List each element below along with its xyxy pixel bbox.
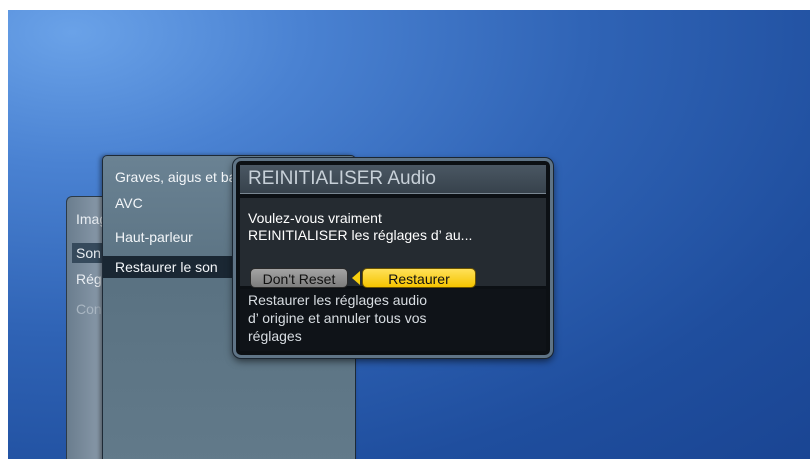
help-line1: Restaurer les réglages audio xyxy=(248,292,427,308)
reset-audio-dialog: REINITIALISER Audio Voulez-vous vraiment… xyxy=(233,158,553,358)
submenu-item-avc[interactable]: AVC xyxy=(115,192,143,214)
dialog-help-text: Restaurer les réglages audio d’ origine … xyxy=(240,289,546,351)
tv-screen: Image Son Réglages Consommation d'énergi… xyxy=(8,10,810,459)
help-line2: d’ origine et annuler tous vos xyxy=(248,310,427,326)
submenu-item-haut-parleur[interactable]: Haut-parleur xyxy=(115,226,193,248)
help-line3: réglages xyxy=(248,328,302,344)
dialog-title: REINITIALISER Audio xyxy=(240,165,546,194)
dialog-message-line1: Voulez-vous vraiment xyxy=(248,210,382,226)
dialog-body: Voulez-vous vraiment REINITIALISER les r… xyxy=(240,198,546,288)
dialog-message-line2: REINITIALISER les réglages d’ au... xyxy=(248,227,473,243)
restore-button[interactable]: Restaurer xyxy=(362,268,476,288)
dont-reset-button[interactable]: Don't Reset xyxy=(250,268,348,288)
focus-arrow-icon xyxy=(352,271,360,285)
